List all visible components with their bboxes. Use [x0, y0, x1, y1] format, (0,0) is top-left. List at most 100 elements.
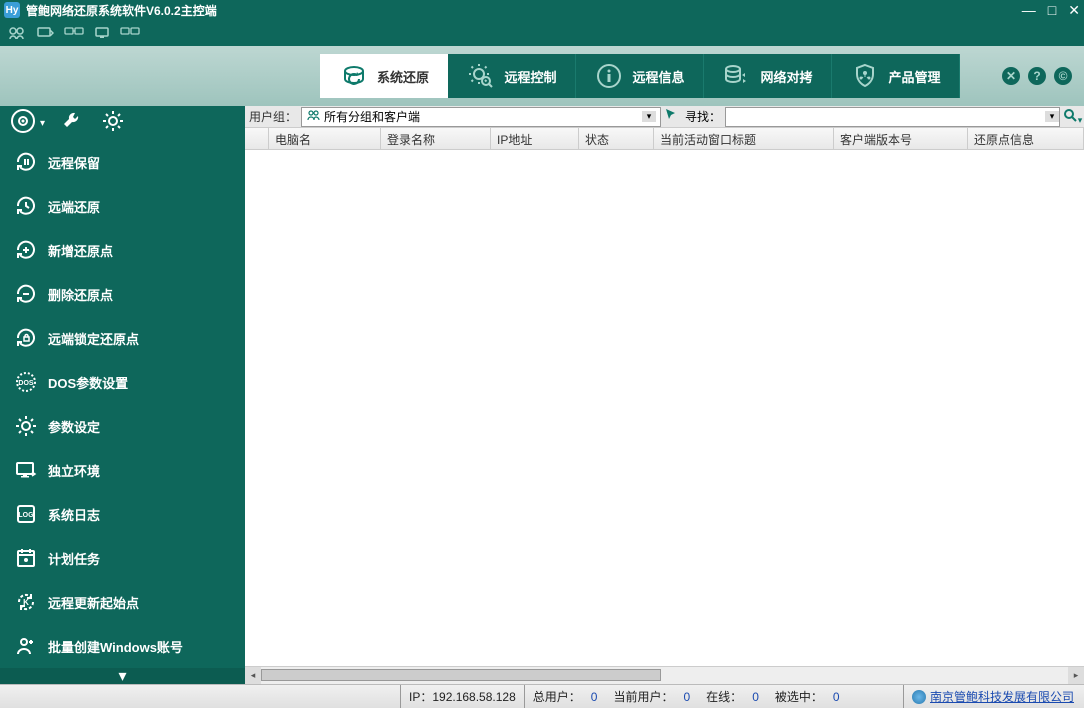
menu-label: 计划任务	[48, 549, 100, 568]
titlebar: Hy 管鲍网络还原系统软件V6.0.2主控端 — □ ✕	[0, 0, 1084, 20]
th-checkbox[interactable]	[245, 128, 269, 149]
th-login[interactable]: 登录名称	[381, 128, 491, 149]
search-button[interactable]: ▾	[1060, 107, 1084, 126]
quick-icon-1[interactable]	[8, 26, 26, 40]
tab-label: 网络对拷	[760, 67, 812, 86]
tab-remote-info[interactable]: 远程信息	[576, 54, 704, 98]
dos-icon: DOS	[14, 370, 38, 394]
restore-circle-icon	[14, 194, 38, 218]
menu-remote-update[interactable]: K 远程更新起始点	[0, 580, 245, 624]
minus-circle-icon	[14, 282, 38, 306]
svg-text:LOG: LOG	[18, 512, 34, 519]
header: 系统还原 远程控制 远程信息 网络对拷 产品管理 ✕ ? ©	[0, 46, 1084, 106]
horizontal-scrollbar[interactable]: ◂ ▸	[245, 666, 1084, 684]
status-total: 总用户：0	[524, 685, 606, 708]
status-bar: IP：192.168.58.128 总用户：0 当前用户：0 在线：0 被选中：…	[0, 684, 1084, 708]
users-icon	[306, 109, 320, 124]
disc-tool-icon[interactable]	[10, 108, 36, 139]
calendar-icon	[14, 546, 38, 570]
scroll-thumb[interactable]	[261, 669, 661, 681]
status-online: 在线：0	[698, 685, 767, 708]
minimize-button[interactable]: —	[1022, 3, 1036, 17]
menu-system-log[interactable]: LOG系统日志	[0, 492, 245, 536]
th-window[interactable]: 当前活动窗口标题	[654, 128, 834, 149]
status-ip: IP：192.168.58.128	[400, 685, 524, 708]
chevron-down-icon[interactable]: ▾	[40, 118, 45, 129]
quick-icon-5[interactable]	[120, 26, 140, 40]
th-restore[interactable]: 还原点信息	[968, 128, 1084, 149]
user-plus-icon	[14, 634, 38, 658]
status-current: 当前用户：0	[605, 685, 698, 708]
search-input[interactable]	[726, 110, 1045, 124]
lock-circle-icon	[14, 326, 38, 350]
menu-delete-point[interactable]: 删除还原点	[0, 272, 245, 316]
sidebar-toolbar: ▾	[0, 106, 245, 140]
table-header: 电脑名 登录名称 IP地址 状态 当前活动窗口标题 客户端版本号 还原点信息	[245, 128, 1084, 150]
database-sync-icon	[722, 61, 752, 91]
menu-independent-env[interactable]: 独立环境	[0, 448, 245, 492]
tab-remote-control[interactable]: 远程控制	[448, 54, 576, 98]
tab-label: 远程控制	[504, 67, 556, 86]
tab-system-restore[interactable]: 系统还原	[320, 54, 448, 98]
chevron-down-icon[interactable]: ▾	[1045, 111, 1059, 122]
menu-scheduled-tasks[interactable]: 计划任务	[0, 536, 245, 580]
search-label: 寻找：	[681, 108, 725, 125]
menu-batch-windows[interactable]: 批量创建Windows账号	[0, 624, 245, 668]
table-body[interactable]	[245, 150, 1084, 666]
window-title: 管鲍网络还原系统软件V6.0.2主控端	[26, 2, 1022, 19]
maximize-button[interactable]: □	[1048, 3, 1056, 17]
gear-tool-icon[interactable]	[101, 109, 125, 138]
quick-toolbar	[0, 20, 1084, 46]
tab-network-copy[interactable]: 网络对拷	[704, 54, 832, 98]
tab-product-mgmt[interactable]: 产品管理	[832, 54, 960, 98]
cursor-icon[interactable]	[661, 107, 681, 126]
group-combo[interactable]: 所有分组和客户端 ▾	[301, 107, 661, 127]
menu-param-settings[interactable]: 参数设定	[0, 404, 245, 448]
info-icon	[594, 61, 624, 91]
th-status[interactable]: 状态	[579, 128, 654, 149]
svg-text:DOS: DOS	[18, 380, 34, 387]
tab-label: 产品管理	[888, 67, 940, 86]
sidebar-scroll-down[interactable]: ▾	[0, 668, 245, 684]
menu-add-point[interactable]: 新增还原点	[0, 228, 245, 272]
tab-label: 远程信息	[632, 67, 684, 86]
log-icon: LOG	[14, 502, 38, 526]
menu-label: 远程更新起始点	[48, 593, 139, 612]
th-version[interactable]: 客户端版本号	[834, 128, 968, 149]
chevron-down-icon[interactable]: ▾	[642, 111, 656, 122]
menu-remote-keep[interactable]: 远程保留	[0, 140, 245, 184]
pause-circle-icon	[14, 150, 38, 174]
header-close-icon[interactable]: ✕	[1002, 67, 1020, 85]
menu-dos-params[interactable]: DOSDOS参数设置	[0, 360, 245, 404]
sidebar-menu: 远程保留 远端还原 新增还原点 删除还原点 远端锁定还原点 DOSDOS参数设置…	[0, 140, 245, 684]
quick-icon-4[interactable]	[94, 26, 110, 40]
th-computer[interactable]: 电脑名	[269, 128, 381, 149]
globe-icon	[912, 690, 926, 704]
scroll-left-icon[interactable]: ◂	[245, 667, 261, 684]
gear-icon	[14, 414, 38, 438]
tab-label: 系统还原	[377, 67, 429, 86]
header-help-icon[interactable]: ?	[1028, 67, 1046, 85]
menu-label: 参数设定	[48, 417, 100, 436]
scroll-right-icon[interactable]: ▸	[1068, 667, 1084, 684]
menu-lock-point[interactable]: 远端锁定还原点	[0, 316, 245, 360]
search-box[interactable]: ▾	[725, 107, 1060, 127]
wrench-tool-icon[interactable]	[61, 109, 85, 138]
th-ip[interactable]: IP地址	[491, 128, 579, 149]
menu-remote-restore[interactable]: 远端还原	[0, 184, 245, 228]
close-button[interactable]: ✕	[1068, 3, 1080, 17]
header-copyright-icon[interactable]: ©	[1054, 67, 1072, 85]
shield-cluster-icon	[850, 61, 880, 91]
refresh-k-icon: K	[14, 590, 38, 614]
quick-icon-3[interactable]	[64, 26, 84, 40]
quick-icon-2[interactable]	[36, 26, 54, 40]
svg-text:K: K	[23, 598, 29, 607]
status-company[interactable]: 南京管鲍科技发展有限公司	[903, 685, 1084, 708]
main-tabs: 系统还原 远程控制 远程信息 网络对拷 产品管理	[320, 54, 960, 98]
status-selected: 被选中：0	[767, 685, 848, 708]
menu-label: 批量创建Windows账号	[48, 637, 183, 656]
menu-label: 删除还原点	[48, 285, 113, 304]
group-value: 所有分组和客户端	[324, 108, 642, 125]
menu-label: 独立环境	[48, 461, 100, 480]
group-label: 用户组：	[245, 108, 301, 125]
